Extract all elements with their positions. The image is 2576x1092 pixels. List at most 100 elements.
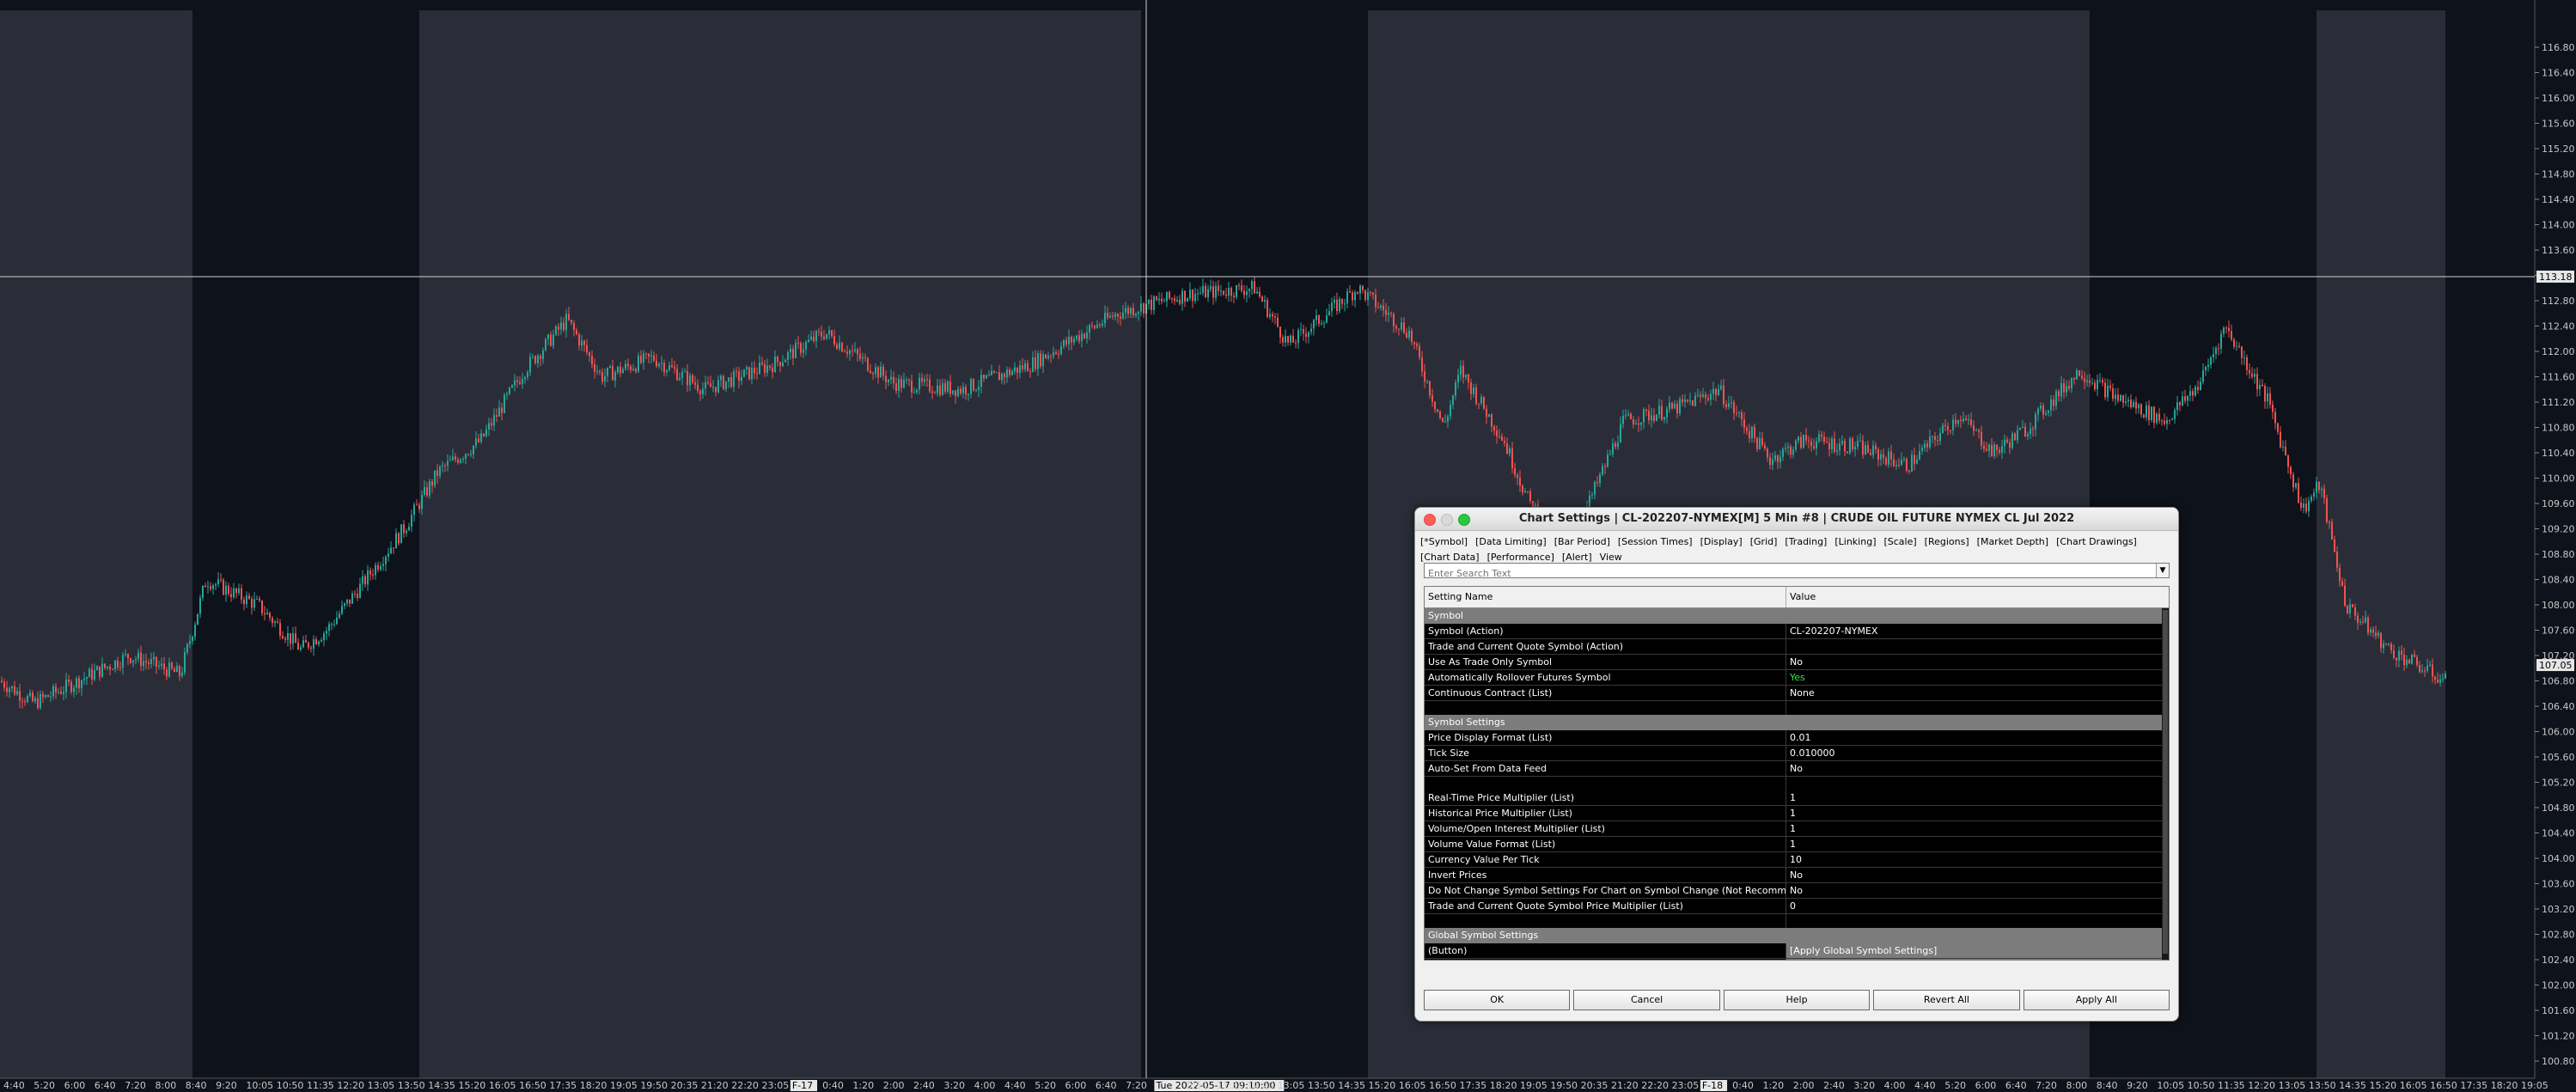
time-tick-label: 17:35: [1459, 1080, 1486, 1091]
setting-row[interactable]: Volume/Open Interest Multiplier (List) 1: [1425, 821, 2162, 837]
chart-canvas[interactable]: 116.80 116.40 116.00 115.60 115.20 114.80 114.…: [0, 0, 2576, 1092]
time-tick-label: 19:05: [2521, 1080, 2549, 1091]
setting-row[interactable]: Tick Size 0.010000: [1425, 746, 2162, 761]
value-header[interactable]: Value: [1786, 587, 2169, 607]
setting-row[interactable]: Historical Price Multiplier (List) 1: [1425, 806, 2162, 821]
setting-row[interactable]: (Button) [Apply Global Symbol Settings]: [1425, 943, 2162, 959]
setting-row[interactable]: Use As Trade Only Symbol No: [1425, 655, 2162, 670]
setting-value[interactable]: No: [1786, 883, 2162, 898]
setting-row[interactable]: Invert Prices No: [1425, 868, 2162, 883]
scrollbar-thumb[interactable]: [2163, 610, 2168, 954]
candle-body: [1241, 285, 1242, 291]
cancel-button[interactable]: Cancel: [1573, 990, 1720, 1010]
candle-body: [462, 458, 464, 460]
candle-body: [2058, 391, 2060, 397]
candle-body: [1318, 314, 1320, 324]
candle-body: [895, 383, 897, 392]
setting-action-button[interactable]: [Edit Global Symbol Settings]: [1786, 959, 2162, 960]
tab-3[interactable]: [Session Times]: [1618, 534, 1693, 550]
candle-body: [511, 385, 513, 387]
dialog-titlebar[interactable]: Chart Settings | CL-202207-NYMEX[M] 5 Mi…: [1415, 508, 2178, 531]
setting-row[interactable]: Do Not Change Symbol Settings For Chart …: [1425, 883, 2162, 899]
setting-row[interactable]: Continuous Contract (List) None: [1425, 686, 2162, 701]
time-tick-label: 13:05: [368, 1080, 395, 1091]
price-tick-label: 105.60: [2542, 752, 2575, 763]
candle-body: [1125, 308, 1126, 313]
setting-value[interactable]: No: [1786, 761, 2162, 776]
candle-body: [2334, 539, 2335, 552]
tab-7[interactable]: [Linking]: [1834, 534, 1876, 550]
revert-all-button[interactable]: Revert All: [1873, 990, 2020, 1010]
candle-body: [1045, 354, 1047, 359]
setting-value[interactable]: No: [1786, 868, 2162, 882]
candle-body: [2102, 380, 2103, 383]
tab-1[interactable]: [Data Limiting]: [1475, 534, 1547, 550]
apply-all-button[interactable]: Apply All: [2023, 990, 2170, 1010]
candle-body: [970, 378, 972, 394]
candle-body: [1176, 299, 1178, 302]
candle-body: [2298, 483, 2299, 503]
setting-value[interactable]: CL-202207-NYMEX: [1786, 624, 2162, 638]
candle-body: [2166, 419, 2168, 424]
candle-body: [919, 377, 920, 390]
candle-body: [2259, 384, 2261, 390]
setting-row[interactable]: Trade and Current Quote Symbol Price Mul…: [1425, 899, 2162, 914]
setting-value[interactable]: 1: [1786, 790, 2162, 805]
setting-row[interactable]: Symbol (Action) CL-202207-NYMEX: [1425, 624, 2162, 639]
candle-body: [552, 334, 554, 346]
tab-5[interactable]: [Grid]: [1750, 534, 1778, 550]
section-header[interactable]: Symbol: [1425, 608, 2162, 624]
setting-row[interactable]: Currency Value Per Tick 10: [1425, 852, 2162, 868]
search-dropdown-icon[interactable]: ▼: [2156, 564, 2169, 577]
setting-value[interactable]: 0: [1786, 899, 2162, 913]
setting-value[interactable]: 1: [1786, 837, 2162, 851]
candle-body: [1393, 314, 1395, 326]
setting-row[interactable]: Trade and Current Quote Symbol (Action): [1425, 639, 2162, 655]
setting-value[interactable]: 1: [1786, 806, 2162, 821]
setting-row[interactable]: Auto-Set From Data Feed No: [1425, 761, 2162, 777]
setting-name-header[interactable]: Setting Name: [1425, 587, 1786, 607]
candle-body: [2390, 644, 2392, 650]
tab-2[interactable]: [Bar Period]: [1554, 534, 1610, 550]
setting-value[interactable]: 10: [1786, 852, 2162, 867]
candle-body: [215, 584, 217, 586]
tab-0[interactable]: [*Symbol]: [1420, 534, 1468, 550]
section-header[interactable]: Global Symbol Settings: [1425, 928, 2162, 943]
tab-11[interactable]: [Chart Drawings]: [2056, 534, 2137, 550]
ok-button[interactable]: OK: [1424, 990, 1571, 1010]
setting-value[interactable]: 0.010000: [1786, 746, 2162, 760]
candle-body: [1063, 339, 1065, 347]
setting-row[interactable]: (Button)[Edit Global Symbol Settings]: [1425, 959, 2162, 960]
setting-value[interactable]: Yes: [1786, 670, 2162, 685]
setting-row[interactable]: Volume Value Format (List) 1: [1425, 837, 2162, 852]
setting-value[interactable]: 1: [1786, 821, 2162, 836]
setting-name: Automatically Rollover Futures Symbol: [1425, 670, 1786, 685]
price-chart[interactable]: 116.80 116.40 116.00 115.60 115.20 114.80 114.…: [0, 0, 2576, 1092]
section-header[interactable]: Symbol Settings: [1425, 715, 2162, 730]
tab-4[interactable]: [Display]: [1700, 534, 1743, 550]
setting-value[interactable]: [1786, 639, 2162, 654]
setting-value[interactable]: None: [1786, 686, 2162, 700]
setting-row[interactable]: Automatically Rollover Futures Symbol Yes: [1425, 670, 2162, 686]
tab-10[interactable]: [Market Depth]: [1977, 534, 2048, 550]
setting-action-button[interactable]: [Apply Global Symbol Settings]: [1786, 943, 2162, 958]
candle-body: [1993, 444, 1995, 456]
candle-body: [1723, 385, 1724, 405]
tab-8[interactable]: [Scale]: [1883, 534, 1916, 550]
setting-value[interactable]: 0.01: [1786, 730, 2162, 745]
candle-body: [1424, 371, 1425, 382]
search-input[interactable]: [1425, 566, 2153, 581]
candle-body: [568, 314, 570, 320]
help-button[interactable]: Help: [1723, 990, 1871, 1010]
tab-9[interactable]: [Regions]: [1925, 534, 1969, 550]
candle-body: [1527, 491, 1529, 492]
candle-body: [498, 407, 500, 417]
setting-row[interactable]: Real-Time Price Multiplier (List) 1: [1425, 790, 2162, 806]
grid-scrollbar[interactable]: [2162, 608, 2169, 960]
tab-6[interactable]: [Trading]: [1785, 534, 1827, 550]
setting-row[interactable]: Price Display Format (List) 0.01: [1425, 730, 2162, 746]
setting-value[interactable]: No: [1786, 655, 2162, 669]
time-tick-label: 8:00: [156, 1080, 177, 1091]
candle-body: [29, 692, 31, 696]
search-box[interactable]: ▼: [1424, 563, 2170, 581]
